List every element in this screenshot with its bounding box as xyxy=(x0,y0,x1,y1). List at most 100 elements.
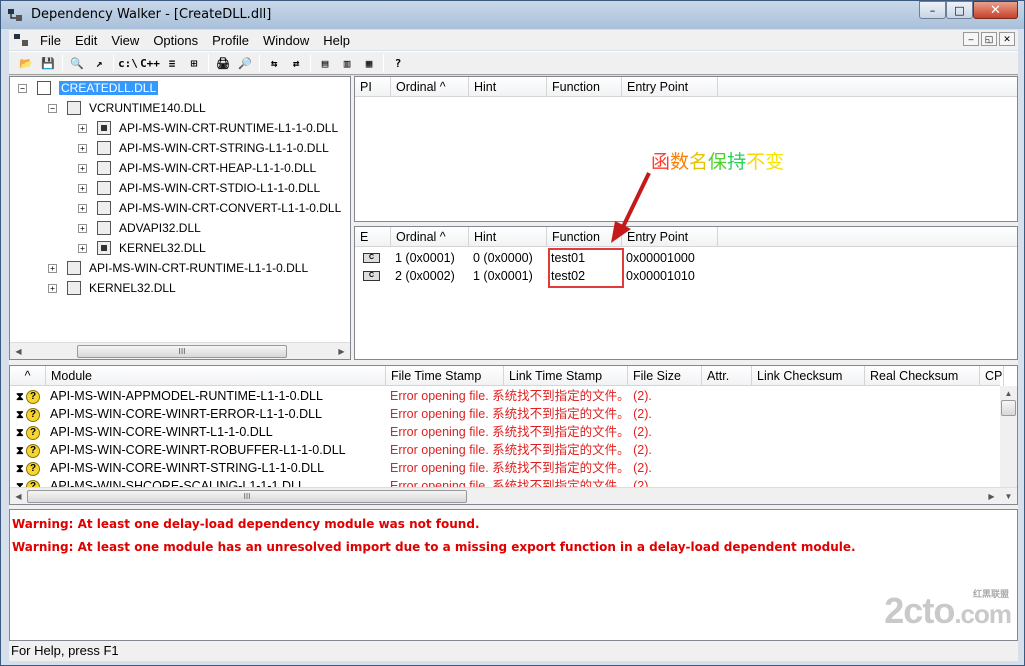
menu-view[interactable]: View xyxy=(104,33,146,48)
tree-expander-icon[interactable]: + xyxy=(78,163,87,173)
module-list[interactable]: ^ Module File Time Stamp Link Time Stamp… xyxy=(9,365,1018,505)
tile-vertical-icon[interactable]: ▦ xyxy=(358,53,380,73)
scroll-right-icon[interactable]: ▶ xyxy=(983,488,1000,505)
tree-hscroll[interactable]: ◀ III ▶ xyxy=(10,342,350,359)
tree-node[interactable]: + ADVAPI32.DLL xyxy=(78,219,201,237)
tree-expander-icon[interactable]: + xyxy=(78,223,87,233)
col-cpu[interactable]: CP xyxy=(980,366,1004,386)
module-row[interactable]: ⧗? API-MS-WIN-CORE-WINRT-STRING-L1-1-0.DL… xyxy=(10,459,1000,477)
properties-icon[interactable]: ≡ xyxy=(161,53,183,73)
col-pi[interactable]: PI xyxy=(355,77,391,97)
mdi-restore-button[interactable]: ◱ xyxy=(981,32,997,46)
tree-node[interactable]: + API-MS-WIN-CRT-STRING-L1-1-0.DLL xyxy=(78,139,329,157)
col-entry-point[interactable]: Entry Point xyxy=(622,77,718,97)
maximize-button[interactable]: □ xyxy=(946,1,973,19)
open-icon[interactable]: 📂 xyxy=(15,53,37,73)
module-row[interactable]: ⧗? API-MS-WIN-CORE-WINRT-ERROR-L1-1-0.DLL… xyxy=(10,405,1000,423)
tree-node[interactable]: + API-MS-WIN-CRT-HEAP-L1-1-0.DLL xyxy=(78,159,316,177)
annotation-char: 变 xyxy=(765,151,785,173)
col-attr[interactable]: Attr. xyxy=(702,366,752,386)
tree-expander-icon[interactable]: − xyxy=(18,83,27,93)
module-hscroll[interactable]: ◀ III ▶ ▼ xyxy=(10,487,1017,504)
export-hint: 0 (0x0000) xyxy=(473,251,533,265)
scroll-left-icon[interactable]: ◀ xyxy=(10,343,27,360)
module-vscroll[interactable]: ▲ xyxy=(1000,386,1017,487)
col-e[interactable]: E xyxy=(355,227,391,247)
module-tree[interactable]: − CREATEDLL.DLL − VCRUNTIME140.DLL + API-MS-W… xyxy=(9,76,351,360)
tree-node[interactable]: + API-MS-WIN-CRT-STDIO-L1-1-0.DLL xyxy=(78,179,320,197)
tree-node[interactable]: + API-MS-WIN-CRT-RUNTIME-L1-1-0.DLL xyxy=(48,259,308,277)
col-hint[interactable]: Hint xyxy=(469,227,547,247)
scroll-left-icon[interactable]: ◀ xyxy=(10,488,27,505)
tree-node[interactable]: + API-MS-WIN-CRT-CONVERT-L1-1-0.DLL xyxy=(78,199,341,217)
context-help-icon[interactable]: ? xyxy=(387,53,409,73)
scroll-thumb[interactable]: III xyxy=(77,344,287,358)
tree-expander-icon[interactable]: + xyxy=(78,143,87,153)
tree-expander-icon[interactable]: − xyxy=(48,103,57,113)
tree-expander-icon[interactable]: + xyxy=(48,263,57,273)
menu-file[interactable]: File xyxy=(33,33,68,48)
tree-expander-icon[interactable]: + xyxy=(48,283,57,293)
tree-node[interactable]: + KERNEL32.DLL xyxy=(78,239,206,257)
menu-edit[interactable]: Edit xyxy=(68,33,104,48)
tree-node[interactable]: − VCRUNTIME140.DLL xyxy=(48,99,206,117)
log-line: Warning: At least one module has an unre… xyxy=(12,540,856,554)
col-file-size[interactable]: File Size xyxy=(628,366,702,386)
locate-icon[interactable]: ↗ xyxy=(88,53,110,73)
menu-options[interactable]: Options xyxy=(146,33,205,48)
find-icon[interactable]: 🔍 xyxy=(66,53,88,73)
tree-expander-icon[interactable]: + xyxy=(78,123,87,133)
export-row[interactable]: C 1 (0x0001) 0 (0x0000) test01 0x0000100… xyxy=(355,249,1017,267)
module-row[interactable]: ⧗? API-MS-WIN-APPMODEL-RUNTIME-L1-1-0.DLL… xyxy=(10,387,1000,405)
module-row[interactable]: ⧗? API-MS-WIN-CORE-WINRT-L1-1-0.DLL Error … xyxy=(10,423,1000,441)
tree-expander-icon[interactable]: + xyxy=(78,243,87,253)
col-ordinal[interactable]: Ordinal ^ xyxy=(391,77,469,97)
export-hint: 1 (0x0001) xyxy=(473,269,533,283)
prev-icon[interactable]: ⇄ xyxy=(285,53,307,73)
tree-expander-icon[interactable]: + xyxy=(78,203,87,213)
menu-window[interactable]: Window xyxy=(256,33,316,48)
col-real-checksum[interactable]: Real Checksum xyxy=(865,366,980,386)
col-link-time-stamp[interactable]: Link Time Stamp xyxy=(504,366,628,386)
tile-horizontal-icon[interactable]: ▥ xyxy=(336,53,358,73)
col-file-time-stamp[interactable]: File Time Stamp xyxy=(386,366,504,386)
title-bar[interactable]: Dependency Walker - [CreateDLL.dll] – □ … xyxy=(1,1,1024,29)
configure-icon[interactable]: ⊞ xyxy=(183,53,205,73)
highlight-box xyxy=(548,248,624,288)
module-name: API-MS-WIN-CORE-WINRT-ROBUFFER-L1-1-0.DL… xyxy=(50,443,346,457)
col-function[interactable]: Function xyxy=(547,77,622,97)
full-paths-icon[interactable]: c:\ xyxy=(117,53,139,73)
export-row[interactable]: C 2 (0x0002) 1 (0x0001) test02 0x0000101… xyxy=(355,267,1017,285)
tree-node[interactable]: + API-MS-WIN-CRT-RUNTIME-L1-1-0.DLL xyxy=(78,119,338,137)
menu-profile[interactable]: Profile xyxy=(205,33,256,48)
tree-node[interactable]: + KERNEL32.DLL xyxy=(48,279,176,297)
mdi-close-button[interactable]: ✕ xyxy=(999,32,1015,46)
tree-expander-icon[interactable]: + xyxy=(78,183,87,193)
col-link-checksum[interactable]: Link Checksum xyxy=(752,366,865,386)
cascade-icon[interactable]: ▤ xyxy=(314,53,336,73)
tree-node[interactable]: − CREATEDLL.DLL xyxy=(18,79,159,97)
mdi-minimize-button[interactable]: – xyxy=(963,32,979,46)
scroll-right-icon[interactable]: ▶ xyxy=(333,343,350,360)
col-module[interactable]: Module xyxy=(46,366,386,386)
module-row[interactable]: ⧗? API-MS-WIN-CORE-WINRT-ROBUFFER-L1-1-0.… xyxy=(10,441,1000,459)
col-hint[interactable]: Hint xyxy=(469,77,547,97)
scroll-thumb[interactable] xyxy=(1001,400,1016,416)
print-icon[interactable]: 🖨 xyxy=(212,53,234,73)
scroll-thumb[interactable]: III xyxy=(27,489,467,503)
col-sort[interactable]: ^ xyxy=(10,366,46,386)
export-list[interactable]: E Ordinal ^ Hint Function Entry Point C … xyxy=(354,226,1018,360)
scroll-up-icon[interactable]: ▲ xyxy=(1000,386,1017,400)
close-button[interactable]: ✕ xyxy=(973,1,1018,19)
toolbar-separator xyxy=(259,54,260,72)
view-icon[interactable]: 🔎 xyxy=(234,53,256,73)
undecorate-icon[interactable]: C++ xyxy=(139,53,161,73)
save-icon[interactable]: 💾 xyxy=(37,53,59,73)
next-icon[interactable]: ⇆ xyxy=(263,53,285,73)
log-pane[interactable]: Warning: At least one delay-load depende… xyxy=(9,509,1018,641)
doc-icon[interactable] xyxy=(13,32,29,48)
scroll-down-icon[interactable]: ▼ xyxy=(1000,488,1017,505)
menu-help[interactable]: Help xyxy=(316,33,357,48)
col-ordinal[interactable]: Ordinal ^ xyxy=(391,227,469,247)
minimize-button[interactable]: – xyxy=(919,1,946,19)
